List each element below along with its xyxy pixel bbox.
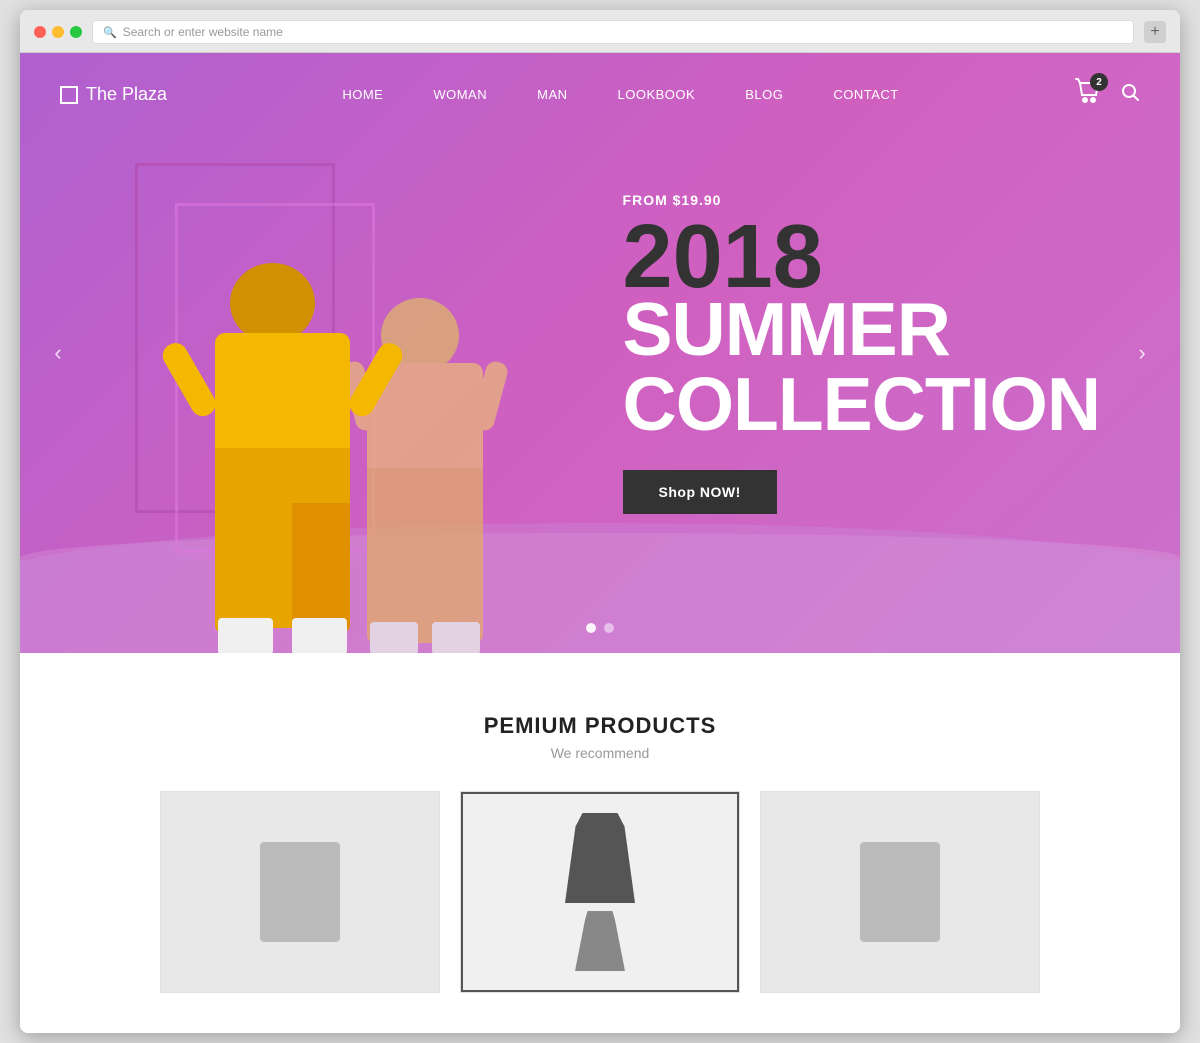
search-icon: 🔍 [103, 26, 117, 39]
close-dot[interactable] [34, 26, 46, 38]
hero-section: The Plaza HOME WOMAN MAN LOOKBOOK BLOG C… [20, 53, 1180, 653]
product-card-img-2 [461, 792, 739, 992]
nav-item-man[interactable]: MAN [537, 86, 567, 104]
search-icon [1120, 82, 1140, 102]
slider-prev-button[interactable]: ‹ [40, 335, 76, 371]
hero-from-price: FROM $19.90 [623, 192, 1100, 208]
logo-text: The Plaza [86, 84, 167, 105]
nav-links: HOME WOMAN MAN LOOKBOOK BLOG CONTACT [167, 86, 1074, 104]
minimize-dot[interactable] [52, 26, 64, 38]
hero-title-line2: COLLECTION [623, 367, 1100, 442]
products-title: PEMIUM PRODUCTS [60, 713, 1140, 739]
slider-dot-1[interactable] [586, 623, 596, 633]
browser-chrome: 🔍 Search or enter website name + [20, 10, 1180, 53]
browser-dots [34, 26, 82, 38]
slider-next-button[interactable]: › [1124, 335, 1160, 371]
nav-actions: 2 [1074, 77, 1140, 112]
nav-link-blog[interactable]: BLOG [745, 87, 783, 102]
nav-item-home[interactable]: HOME [342, 86, 383, 104]
hero-content: FROM $19.90 2018 SUMMER COLLECTION Shop … [623, 192, 1100, 514]
cart-badge: 2 [1090, 73, 1108, 91]
slider-dot-2[interactable] [604, 623, 614, 633]
logo-icon [60, 86, 78, 104]
address-bar[interactable]: 🔍 Search or enter website name [92, 20, 1134, 44]
product-card-img-3 [761, 792, 1039, 992]
product-card-1[interactable] [160, 791, 440, 993]
search-button[interactable] [1120, 82, 1140, 107]
products-grid [60, 791, 1140, 993]
nav-item-contact[interactable]: CONTACT [833, 86, 898, 104]
browser-window: 🔍 Search or enter website name + The Pla… [20, 10, 1180, 1033]
nav-item-lookbook[interactable]: LOOKBOOK [618, 86, 696, 104]
slider-dots [586, 623, 614, 633]
nav-link-home[interactable]: HOME [342, 87, 383, 102]
hero-models [190, 223, 505, 653]
nav-link-man[interactable]: MAN [537, 87, 567, 102]
product-card-img-1 [161, 792, 439, 992]
maximize-dot[interactable] [70, 26, 82, 38]
nav-link-lookbook[interactable]: LOOKBOOK [618, 87, 696, 102]
model-yellow [190, 223, 375, 653]
shop-now-button[interactable]: Shop NOW! [623, 470, 777, 514]
address-text: Search or enter website name [123, 25, 283, 39]
navbar: The Plaza HOME WOMAN MAN LOOKBOOK BLOG C… [20, 53, 1180, 136]
new-tab-button[interactable]: + [1144, 21, 1166, 43]
site-logo[interactable]: The Plaza [60, 84, 167, 105]
nav-link-woman[interactable]: WOMAN [433, 87, 487, 102]
product-card-2[interactable] [460, 791, 740, 993]
cart-button[interactable]: 2 [1074, 77, 1104, 112]
nav-item-woman[interactable]: WOMAN [433, 86, 487, 104]
nav-link-contact[interactable]: CONTACT [833, 87, 898, 102]
hero-title-line1: SUMMER [623, 292, 1100, 367]
product-card-3[interactable] [760, 791, 1040, 993]
nav-item-blog[interactable]: BLOG [745, 86, 783, 104]
products-section: PEMIUM PRODUCTS We recommend [20, 653, 1180, 1033]
products-subtitle: We recommend [60, 745, 1140, 761]
